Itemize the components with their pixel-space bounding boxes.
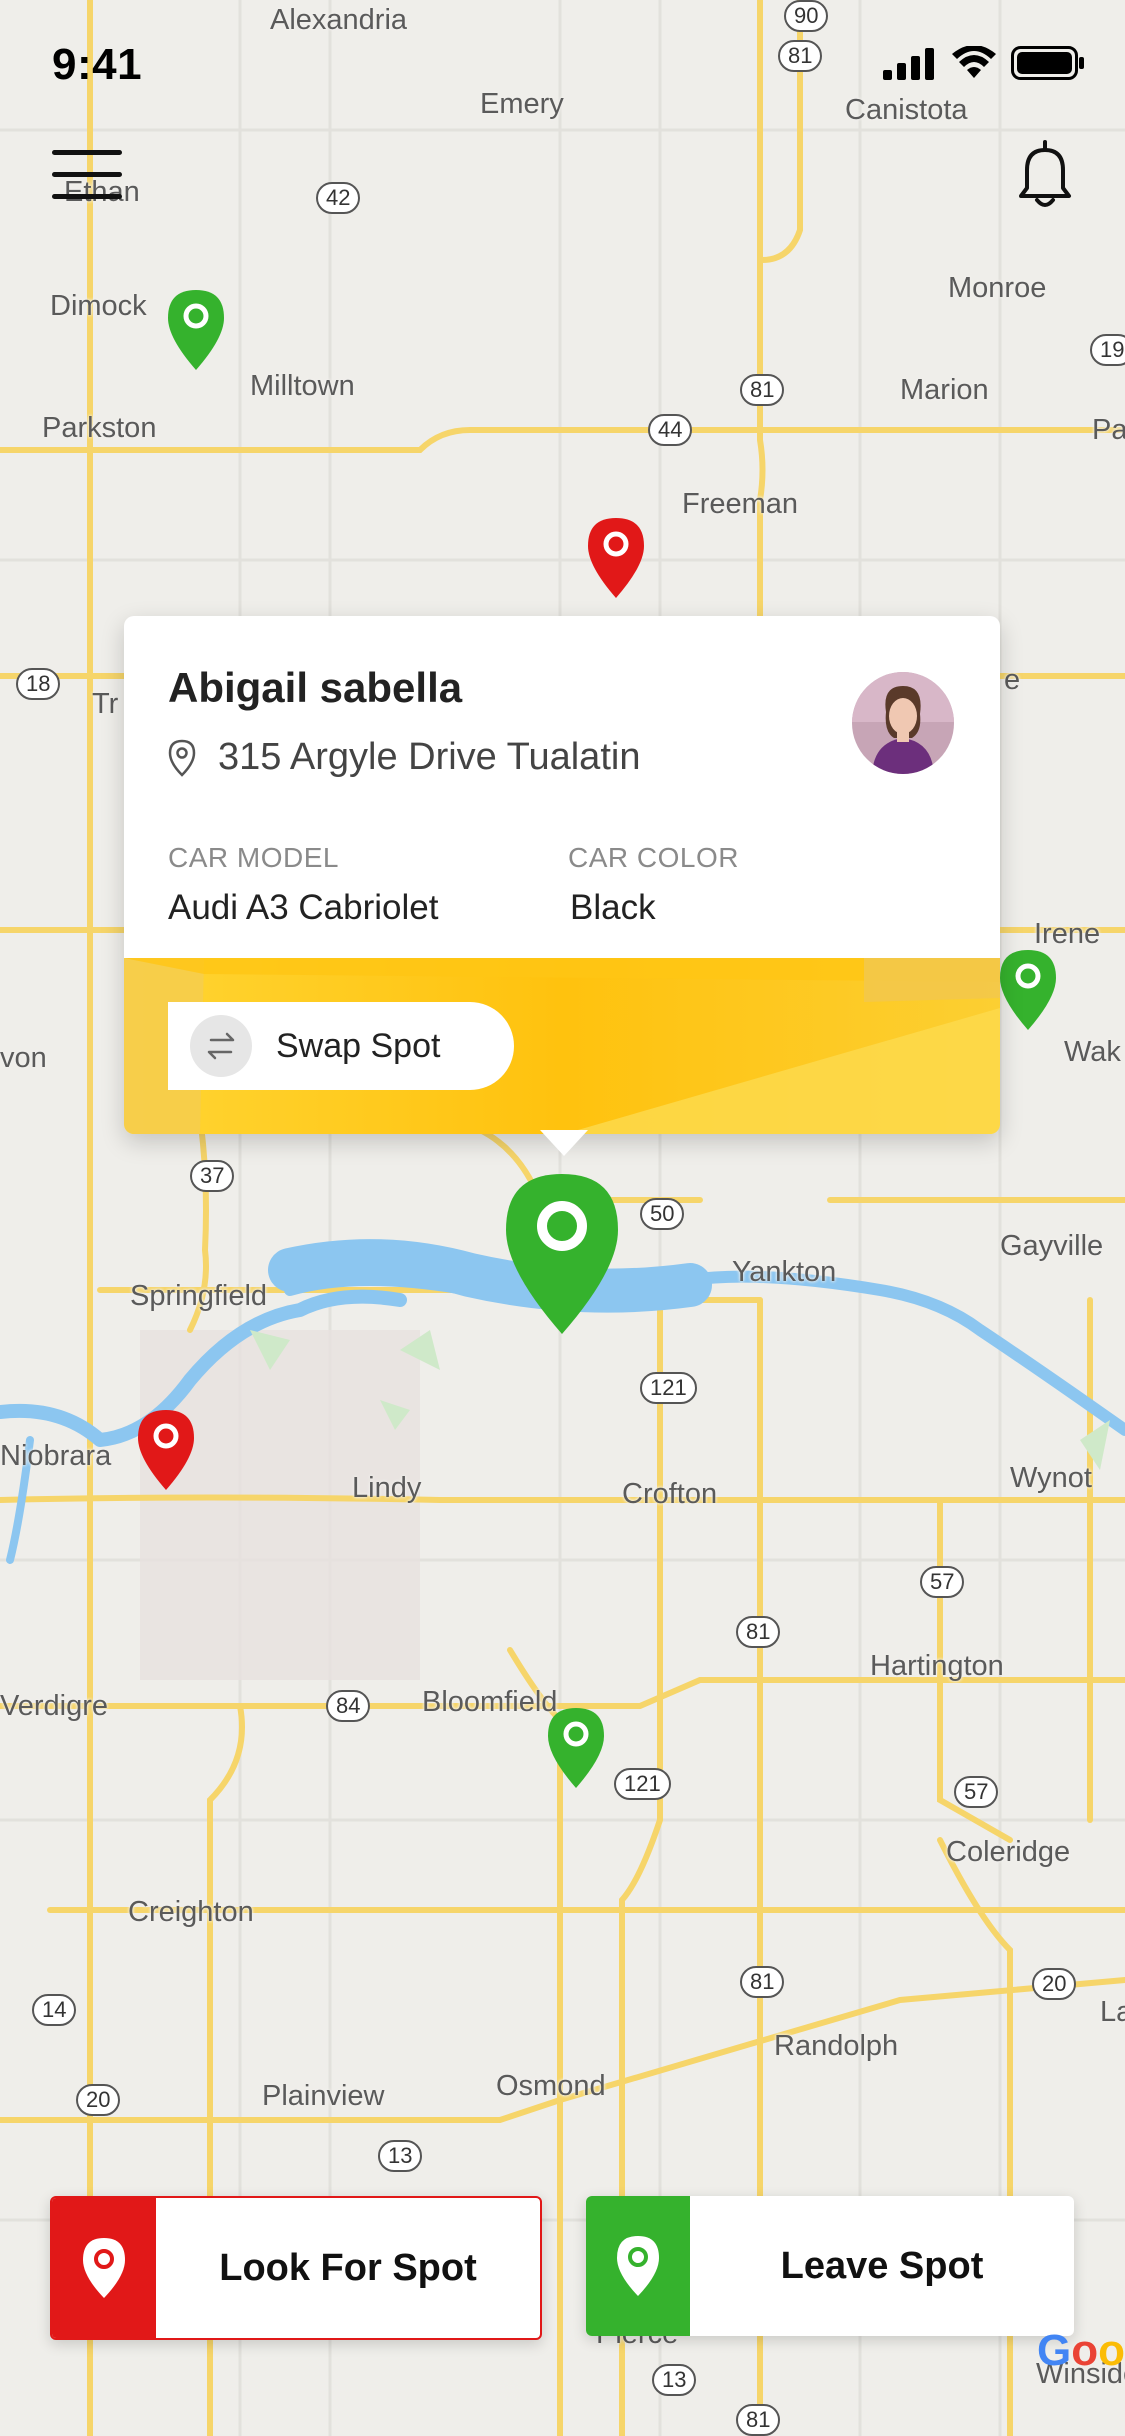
place-label: Lindy [352,1472,422,1504]
route-shield: 19 [1090,334,1125,366]
route-shield: 13 [378,2140,423,2172]
card-pointer [540,1130,588,1156]
red-map-pin-icon[interactable] [136,1408,196,1492]
route-shield: 50 [640,1198,685,1230]
route-shield: 37 [190,1160,235,1192]
user-name: Abigail sabella [168,664,463,711]
green-map-pin-icon[interactable] [998,948,1058,1032]
route-shield: 81 [736,2404,781,2436]
place-label: Randolph [774,2030,899,2062]
profile-photo [852,672,954,774]
place-label: Wak [1064,1036,1121,1068]
green-map-pin-icon[interactable] [166,288,226,372]
menu-bar [52,172,122,177]
status-time: 9:41 [52,40,143,89]
place-label: Canistota [845,94,968,126]
look-for-spot-label: Look For Spot [219,2246,477,2289]
status-icons [883,46,1085,80]
signal-icon [883,48,934,80]
place-label: Verdigre [0,1690,109,1722]
red-pin-icon [52,2198,156,2338]
route-shield: 90 [784,0,829,32]
menu-button[interactable] [52,148,124,202]
swap-spot-button[interactable]: Swap Spot [168,1002,514,1090]
place-label: Freeman [682,488,799,520]
place-label: Monroe [948,272,1047,304]
place-label: Coleridge [946,1836,1071,1868]
swap-icon [190,1015,252,1077]
leave-spot-button[interactable]: Leave Spot [586,2196,1074,2336]
leave-spot-label: Leave Spot [780,2244,984,2287]
green-map-pin-icon[interactable] [502,1170,622,1338]
route-shield: 18 [16,668,61,700]
place-label: Osmond [496,2070,606,2102]
notification-bell-icon[interactable] [1015,138,1075,210]
place-label: Dimock [50,290,147,322]
green-map-pin-icon[interactable] [546,1706,606,1790]
place-label: Springfield [130,1280,268,1312]
avatar[interactable] [852,672,954,774]
place-label: Tr [92,688,119,720]
place-label: von [0,1042,47,1074]
green-pin-icon [586,2196,690,2336]
wifi-icon [952,46,996,78]
route-shield: 84 [326,1690,371,1722]
route-shield: 81 [736,1616,781,1648]
place-label: Crofton [622,1478,718,1510]
car-model-label: CAR MODEL [168,842,339,873]
menu-bar [52,194,122,199]
look-for-spot-button[interactable]: Look For Spot [50,2196,542,2340]
place-label: Bloomfield [422,1686,558,1718]
battery-icon [1011,46,1084,80]
route-shield: 20 [1032,1968,1077,2000]
route-shield: 57 [920,1566,965,1598]
address-row: 315 Argyle Drive Tualatin [168,736,640,779]
place-label: La [1100,1996,1125,2028]
place-label: Marion [900,374,989,406]
place-label: Gayville [1000,1230,1104,1262]
place-label: e [1004,664,1021,696]
route-shield: 20 [76,2084,121,2116]
parking-spot-card[interactable]: Abigail sabella 315 Argyle Drive Tualati… [124,616,1000,1134]
car-color-label: CAR COLOR [568,842,739,873]
place-label: Hartington [870,1650,1004,1682]
route-shield: 81 [740,374,785,406]
place-label: Parkston [42,412,157,444]
route-shield: 42 [316,182,361,214]
car-model-value: Audi A3 Cabriolet [168,888,439,927]
swap-spot-label: Swap Spot [276,1026,441,1065]
red-map-pin-icon[interactable] [586,516,646,600]
car-color-value: Black [570,888,656,927]
route-shield: 81 [778,40,823,72]
place-label: Milltown [250,370,355,402]
place-label: Alexandria [270,4,408,36]
place-label: Creighton [128,1896,254,1928]
place-label: Wynot [1010,1462,1092,1494]
route-shield: 81 [740,1966,785,1998]
menu-bar [52,150,122,155]
route-shield: 121 [614,1768,671,1800]
address-text: 315 Argyle Drive Tualatin [218,736,641,778]
place-label: Yankton [732,1256,837,1288]
place-label: Irene [1034,918,1101,950]
location-pin-icon [168,739,196,777]
place-label: Niobrara [0,1440,112,1472]
route-shield: 14 [32,1994,77,2026]
route-shield: 121 [640,1372,697,1404]
route-shield: 13 [652,2364,697,2396]
google-logo: Goo [1036,2326,1125,2375]
place-label: Plainview [262,2080,385,2112]
card-footer: Swap Spot [124,958,1000,1134]
route-shield: 44 [648,414,693,446]
place-label: Parke [1092,414,1125,446]
route-shield: 57 [954,1776,999,1808]
place-label: Emery [480,88,564,120]
